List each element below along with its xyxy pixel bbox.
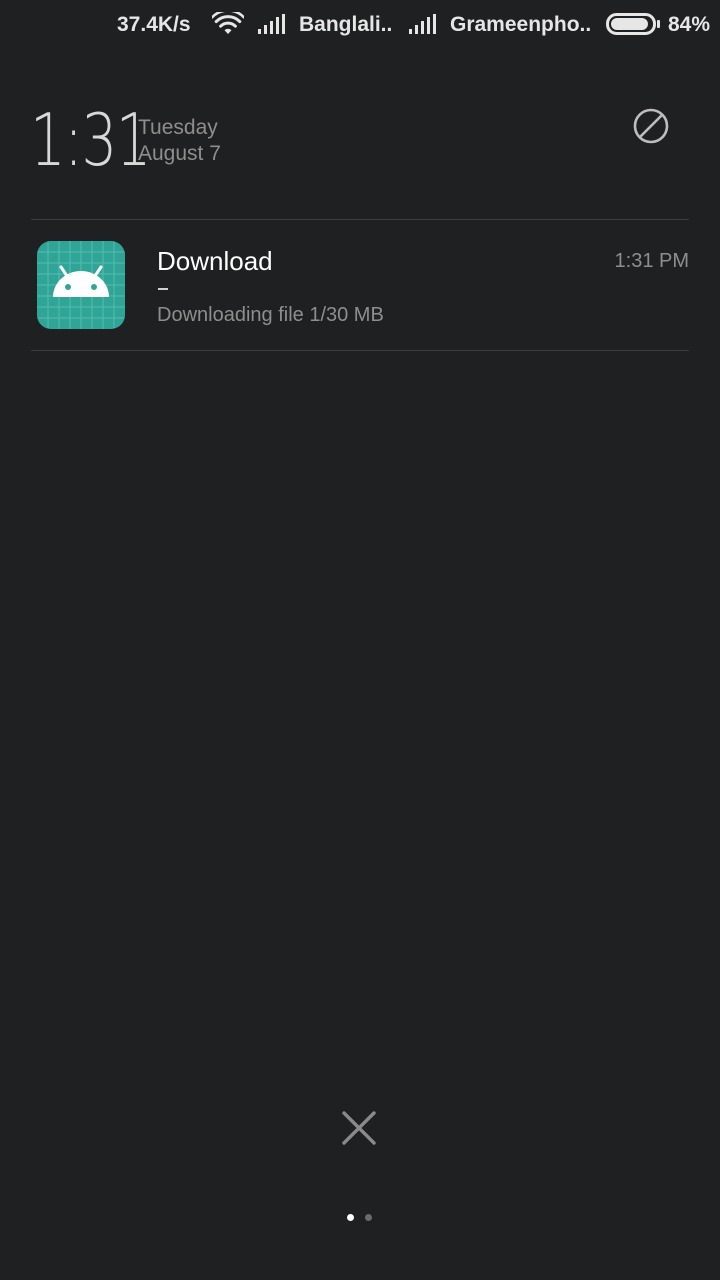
notification-shade: 37.4K/s Banglali.. Grameenpho.. 84% 1:31… xyxy=(0,0,720,1280)
notification-title: Download xyxy=(157,246,273,276)
notification-text: Downloading file 1/30 MB xyxy=(157,304,384,326)
signal-icon xyxy=(258,14,285,34)
android-icon xyxy=(37,241,125,329)
status-bar: 37.4K/s Banglali.. Grameenpho.. 84% xyxy=(0,0,720,50)
notification-item[interactable]: Download 1:31 PM Downloading file 1/30 M… xyxy=(31,220,689,350)
wifi-icon xyxy=(212,12,244,34)
battery-percent: 84% xyxy=(668,13,711,36)
divider xyxy=(31,350,689,351)
weekday-label: Tuesday xyxy=(138,116,218,139)
page-dot xyxy=(365,1214,372,1221)
close-icon xyxy=(342,1111,376,1145)
battery-icon xyxy=(606,13,660,35)
signal-icon xyxy=(409,14,436,34)
network-speed: 37.4K/s xyxy=(117,13,191,36)
page-indicator[interactable] xyxy=(346,1214,376,1224)
date-label[interactable]: August 7 xyxy=(138,141,221,167)
notification-time: 1:31 PM xyxy=(614,250,689,272)
notification-progress-mark xyxy=(158,288,168,290)
clock-time[interactable]: 1:31 xyxy=(30,100,151,180)
page-dot-active xyxy=(347,1214,354,1221)
clear-all-button[interactable] xyxy=(339,1108,379,1148)
carrier-name-sim1: Banglali.. xyxy=(299,13,393,36)
carrier-name-sim2: Grameenpho.. xyxy=(450,13,592,36)
do-not-disturb-icon[interactable] xyxy=(632,107,670,145)
